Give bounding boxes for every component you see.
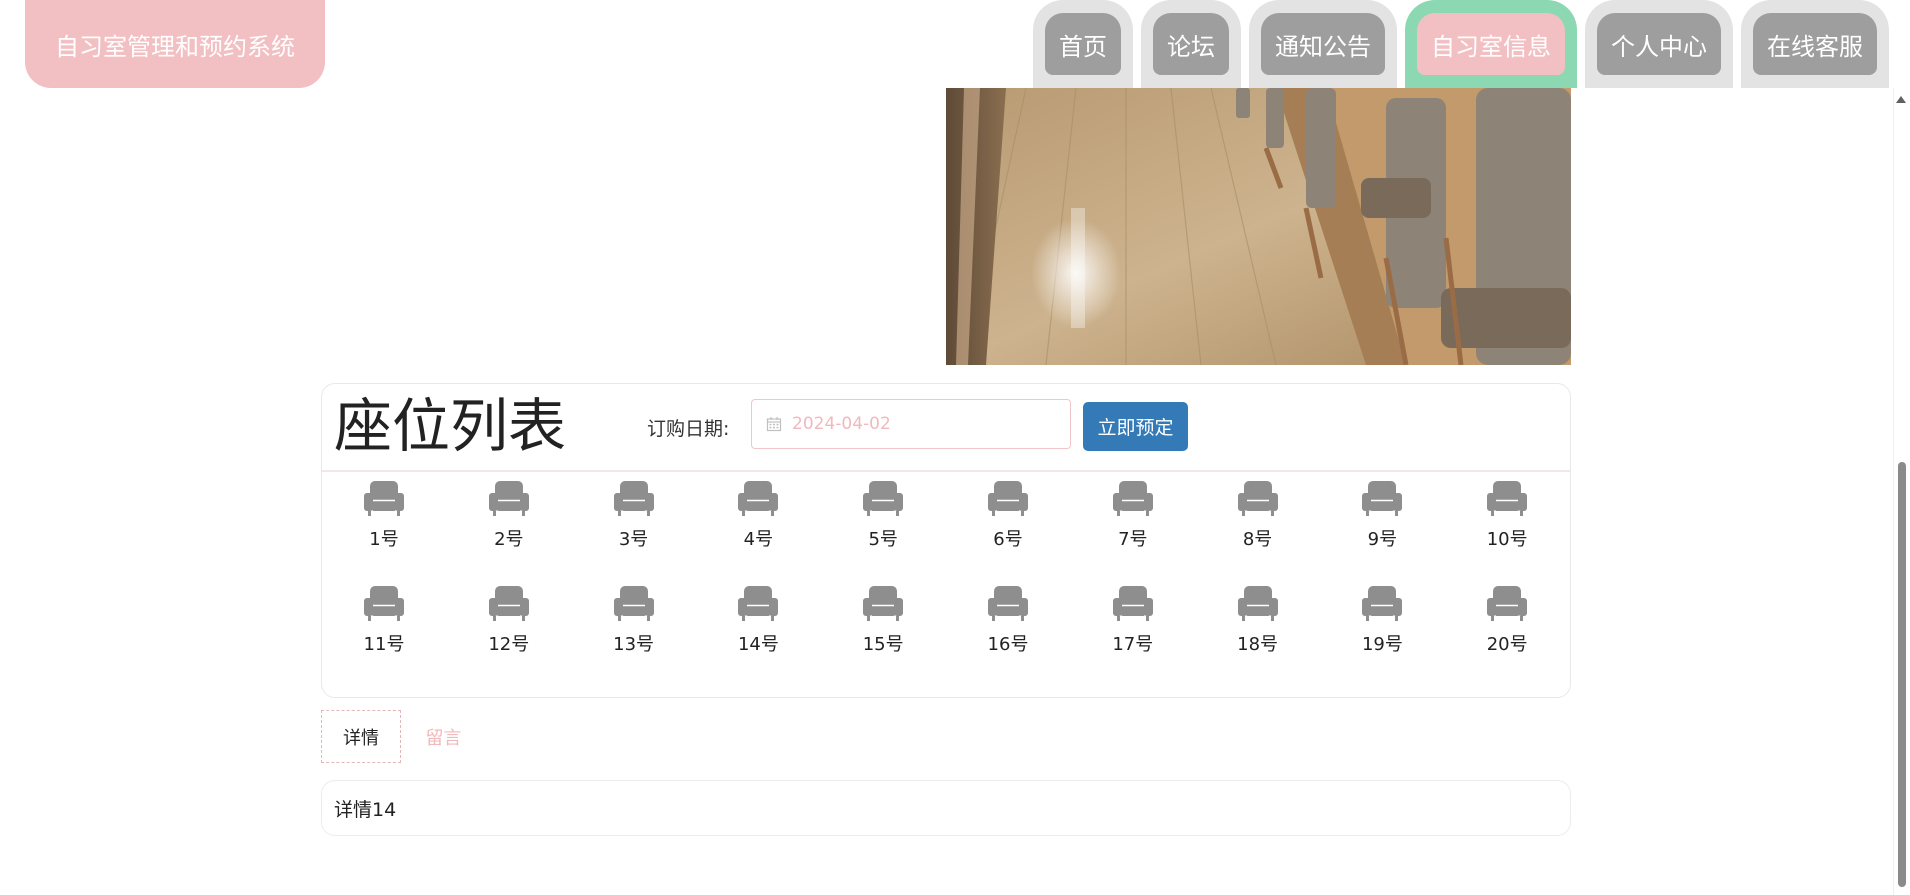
- armchair-icon: [1112, 481, 1153, 516]
- armchair-icon: [738, 586, 779, 621]
- seat-number: 5号: [868, 529, 898, 550]
- armchair-icon: [1237, 586, 1278, 621]
- armchair-icon: [1487, 586, 1528, 621]
- detail-content: 详情14: [321, 780, 1571, 836]
- armchair-icon: [988, 586, 1028, 621]
- seat-item[interactable]: 19号: [1342, 584, 1422, 656]
- booking-date-input[interactable]: 2024-04-02: [751, 399, 1071, 449]
- seat-item[interactable]: 12号: [469, 584, 549, 656]
- seat-number: 20号: [1486, 634, 1528, 655]
- seat-number: 7号: [1118, 529, 1148, 550]
- nav-online-service-label: 在线客服: [1753, 13, 1877, 75]
- seat-number: 13号: [613, 634, 655, 655]
- seat-panel: 座位列表 订购日期: 2024-04-02 立即预定 1号 2号 3号 4号 5号 6号 7…: [321, 383, 1571, 698]
- armchair-icon: [613, 586, 654, 621]
- seat-item[interactable]: 14号: [718, 584, 798, 656]
- seat-number: 18号: [1237, 634, 1279, 655]
- scrollbar-thumb[interactable]: [1898, 462, 1906, 887]
- nav-personal-center-label: 个人中心: [1597, 13, 1721, 75]
- seat-item[interactable]: 2号: [469, 479, 549, 551]
- nav-study-room-info[interactable]: 自习室信息: [1405, 0, 1577, 88]
- seat-item[interactable]: 9号: [1342, 479, 1422, 551]
- seat-number: 14号: [737, 634, 779, 655]
- nav-forum-label: 论坛: [1153, 13, 1229, 75]
- seat-number: 9号: [1367, 529, 1398, 550]
- seat-item[interactable]: 1号: [344, 479, 424, 551]
- seat-item[interactable]: 4号: [718, 479, 798, 551]
- armchair-icon: [863, 481, 904, 516]
- seat-item[interactable]: 15号: [843, 584, 923, 656]
- detail-text: 详情14: [334, 798, 397, 821]
- seat-number: 3号: [618, 529, 649, 550]
- nav-personal-center[interactable]: 个人中心: [1585, 0, 1733, 88]
- seat-number: 2号: [494, 529, 524, 550]
- seat-item[interactable]: 17号: [1093, 584, 1173, 656]
- seat-item[interactable]: 3号: [594, 479, 674, 551]
- calendar-icon: [766, 417, 782, 432]
- seat-item[interactable]: 10号: [1467, 479, 1547, 551]
- armchair-icon: [364, 586, 404, 621]
- site-title: 自习室管理和预约系统: [55, 32, 295, 61]
- seat-number: 12号: [488, 634, 530, 655]
- nav-notices-label: 通知公告: [1261, 13, 1385, 75]
- booking-date-label: 订购日期:: [647, 418, 730, 440]
- armchair-icon: [488, 586, 529, 621]
- nav-home[interactable]: 首页: [1033, 0, 1133, 88]
- seat-item[interactable]: 11号: [344, 584, 424, 656]
- nav-home-label: 首页: [1045, 13, 1121, 75]
- seat-item[interactable]: 20号: [1467, 584, 1547, 656]
- seat-number: 1号: [369, 529, 399, 550]
- armchair-icon: [738, 481, 779, 516]
- seat-list-title: 座位列表: [334, 392, 567, 460]
- tab-detail[interactable]: 详情: [321, 710, 401, 763]
- site-logo[interactable]: 自习室管理和预约系统: [25, 0, 325, 88]
- armchair-icon: [1362, 481, 1403, 516]
- seat-number: 17号: [1112, 634, 1154, 655]
- armchair-icon: [988, 481, 1028, 516]
- seat-item[interactable]: 18号: [1218, 584, 1298, 656]
- nav-online-service[interactable]: 在线客服: [1741, 0, 1889, 88]
- study-room-photo: [946, 88, 1571, 365]
- seat-item[interactable]: 13号: [594, 584, 674, 656]
- seat-item[interactable]: 6号: [968, 479, 1048, 551]
- tab-comment[interactable]: 留言: [406, 710, 481, 763]
- booking-date-value: 2024-04-02: [792, 414, 891, 434]
- armchair-icon: [488, 481, 529, 516]
- armchair-icon: [1362, 586, 1403, 621]
- seat-number: 4号: [743, 529, 774, 550]
- seat-item[interactable]: 16号: [968, 584, 1048, 656]
- seat-number: 11号: [363, 634, 405, 655]
- seat-number: 19号: [1361, 634, 1403, 655]
- seat-number: 15号: [862, 634, 904, 655]
- scroll-up-icon[interactable]: [1896, 96, 1906, 103]
- seat-number: 6号: [993, 529, 1023, 550]
- armchair-icon: [364, 481, 404, 516]
- seat-number: 10号: [1486, 529, 1528, 550]
- main-nav: 首页 论坛 通知公告 自习室信息 个人中心 在线客服: [1033, 0, 1889, 88]
- seat-number: 16号: [987, 634, 1029, 655]
- seat-item[interactable]: 7号: [1093, 479, 1173, 551]
- armchair-icon: [1237, 481, 1278, 516]
- nav-notices[interactable]: 通知公告: [1249, 0, 1397, 88]
- armchair-icon: [863, 586, 904, 621]
- armchair-icon: [613, 481, 654, 516]
- armchair-icon: [1112, 586, 1153, 621]
- nav-study-room-info-label: 自习室信息: [1417, 13, 1565, 75]
- book-now-button[interactable]: 立即预定: [1083, 402, 1188, 451]
- nav-forum[interactable]: 论坛: [1141, 0, 1241, 88]
- seat-item[interactable]: 8号: [1218, 479, 1298, 551]
- seat-item[interactable]: 5号: [843, 479, 923, 551]
- armchair-icon: [1487, 481, 1528, 516]
- seat-panel-header: 座位列表 订购日期: 2024-04-02 立即预定: [322, 384, 1570, 472]
- seat-number: 8号: [1242, 529, 1273, 550]
